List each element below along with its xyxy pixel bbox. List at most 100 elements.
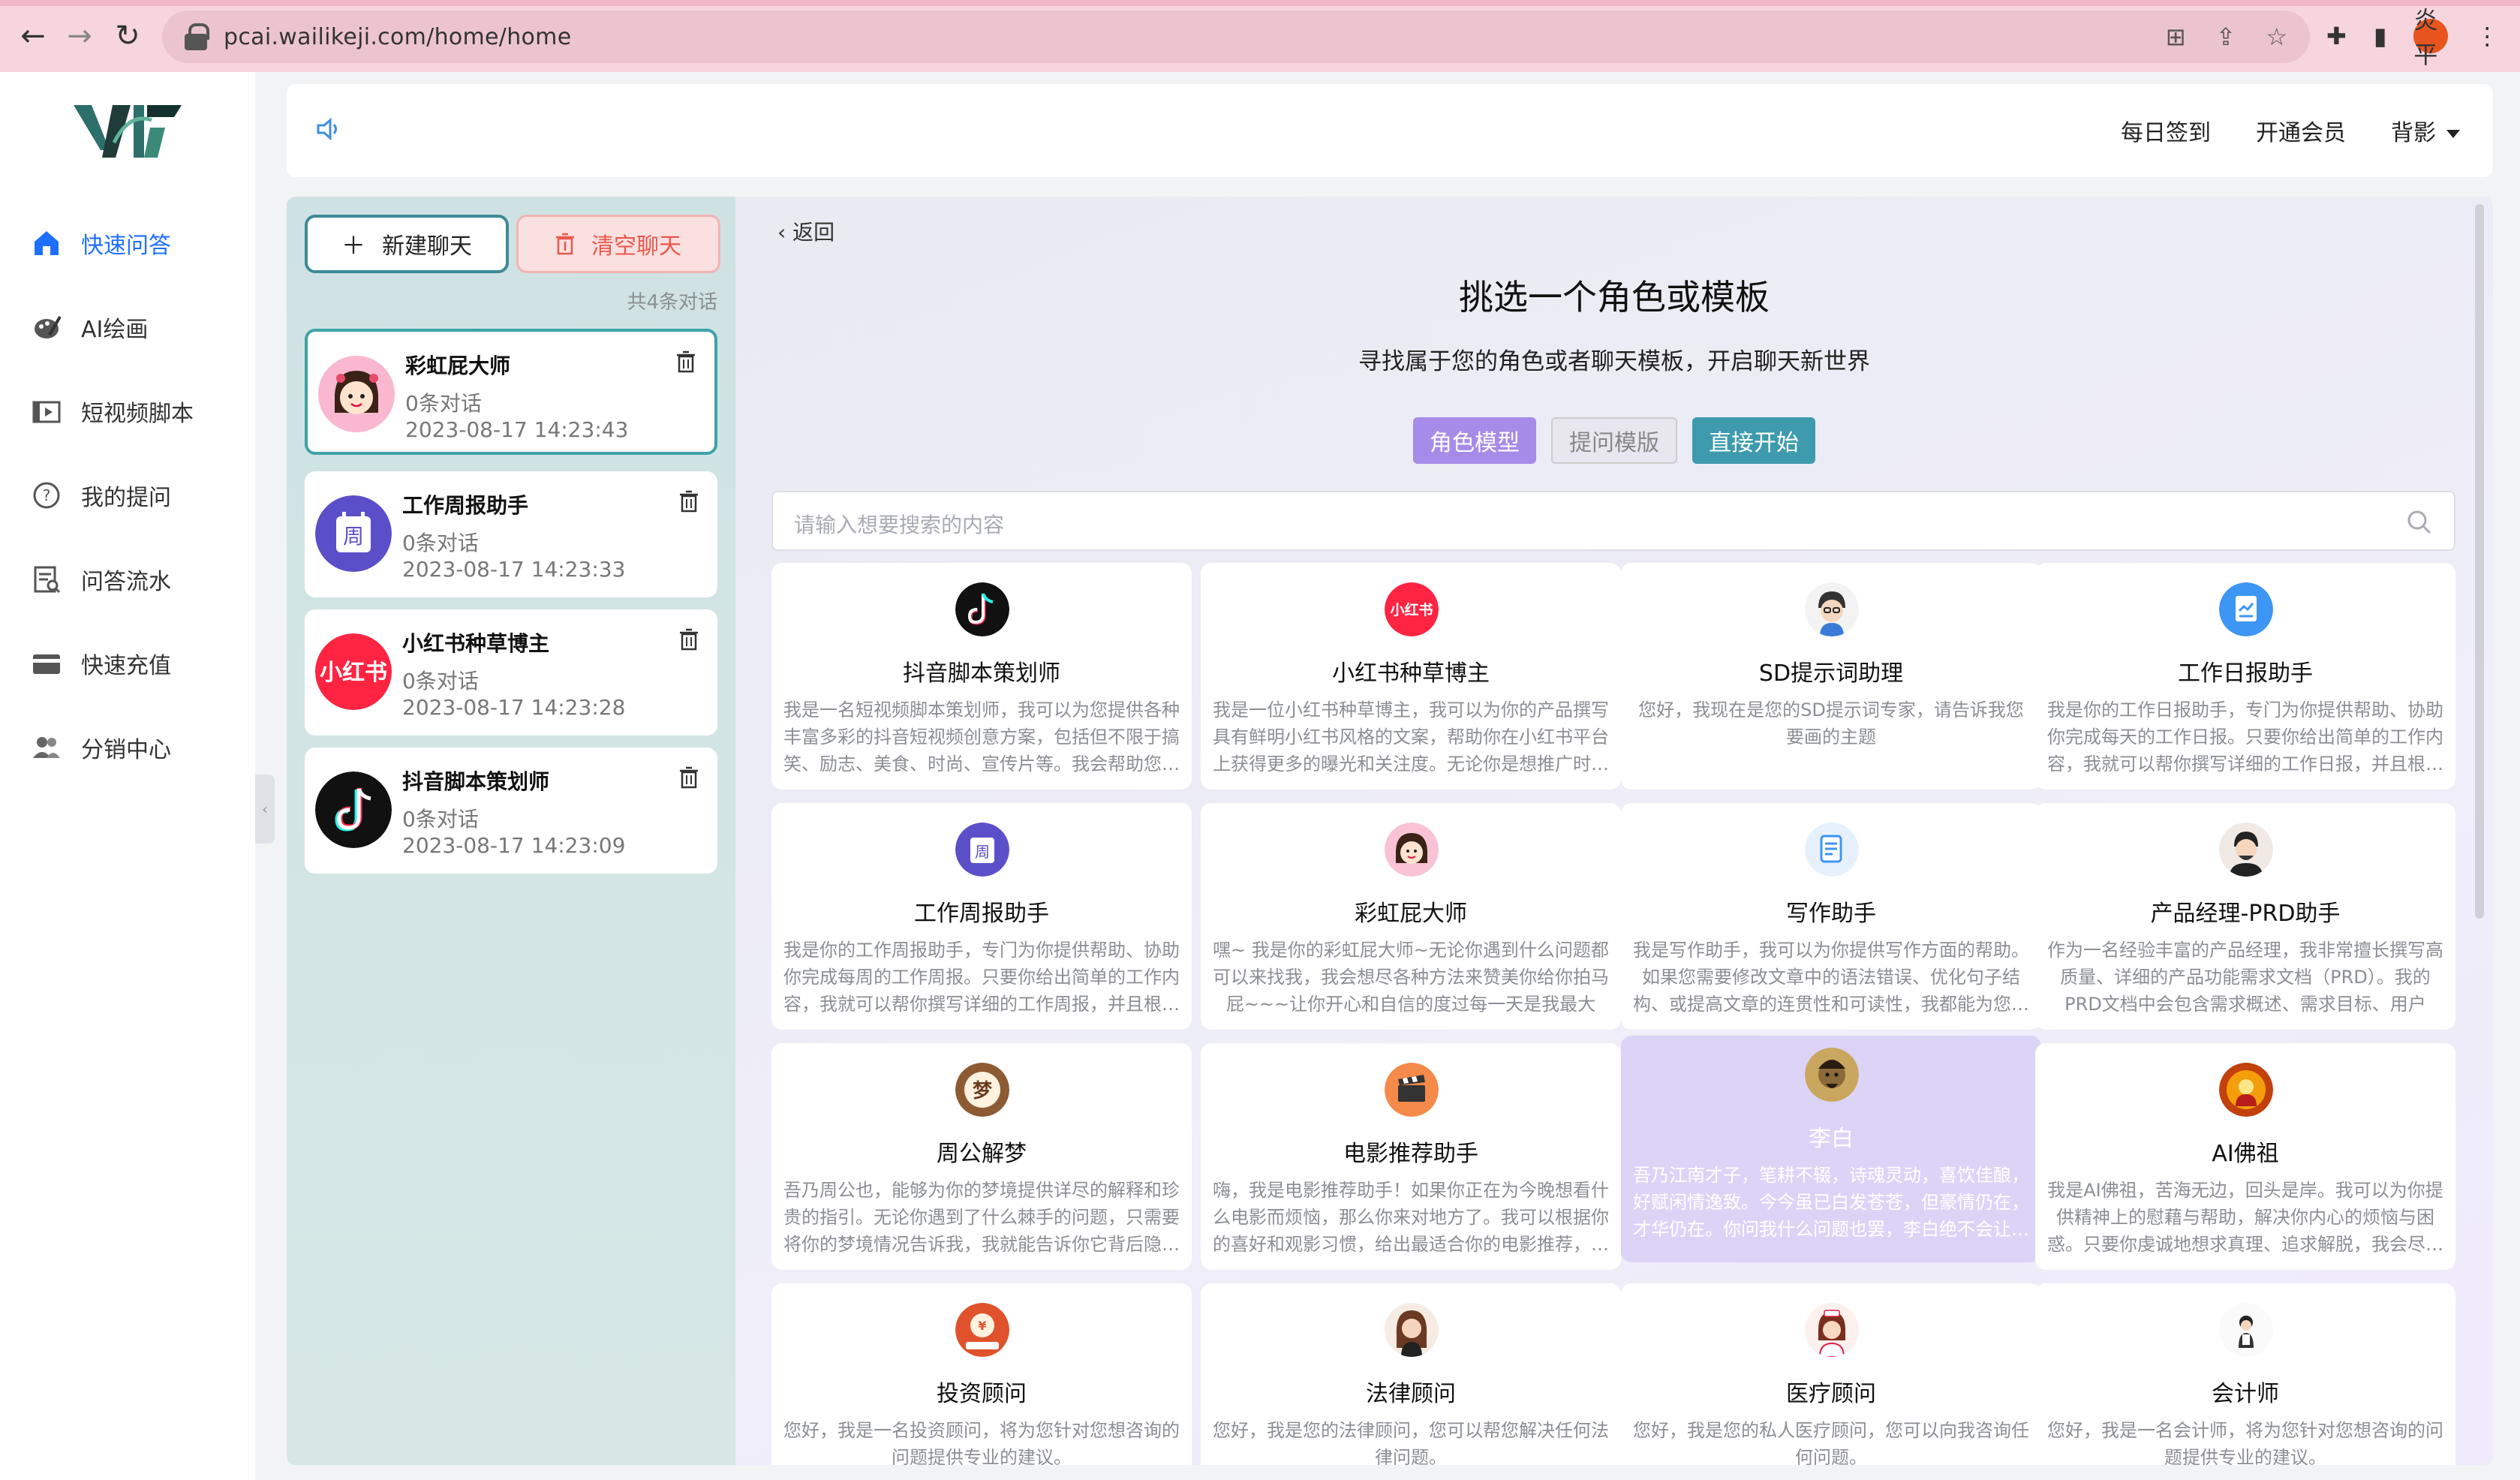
- template-card[interactable]: AI佛祖 我是AI佛祖，苦海无边，回头是岸。我可以为你提供精神上的慰藉与帮助，解…: [2035, 1043, 2455, 1270]
- menu-kebab-icon[interactable]: ⋮: [2475, 22, 2499, 50]
- conversation-title: 工作周报助手: [402, 493, 529, 518]
- conversation-title: 彩虹屁大师: [405, 353, 511, 378]
- top-header: 每日签到 开通会员 背影: [287, 84, 2493, 177]
- page-subtitle: 寻找属于您的角色或者聊天模板，开启聊天新世界: [1358, 348, 1870, 375]
- delete-icon[interactable]: [678, 766, 699, 790]
- conversation-item[interactable]: 小红书 小红书种草博主 0条对话 2023-08-17 14:23:28: [305, 609, 717, 735]
- delete-icon[interactable]: [675, 350, 696, 374]
- sidebar-item-quick-qa[interactable]: 快速问答: [0, 201, 255, 285]
- sidebar-item-recharge[interactable]: 快速充值: [0, 621, 255, 705]
- template-card[interactable]: 周 工作周报助手 我是你的工作周报助手，专门为你提供帮助、协助你完成每周的工作周…: [771, 803, 1192, 1030]
- xiaohongshu-icon: 小红书: [1385, 582, 1439, 636]
- search-icon[interactable]: [2406, 509, 2433, 536]
- card-description: 您好，我是一名投资顾问，将为您针对您想咨询的问题提供专业的建议。: [783, 1420, 1180, 1465]
- svg-text:梦: 梦: [973, 1080, 993, 1102]
- weekly-report-avatar: 周: [315, 495, 392, 572]
- caret-down-icon: [2446, 130, 2460, 138]
- card-description: 我是写作助手，我可以为你提供写作方面的帮助。如果您需要修改文章中的语法错误、优化…: [1633, 940, 2029, 1015]
- card-description: 我是AI佛祖，苦海无边，回头是岸。我可以为你提供精神上的慰藉与帮助，解决你内心的…: [2047, 1180, 2443, 1255]
- svg-text:?: ?: [43, 486, 51, 504]
- card-title: 写作助手: [1786, 901, 1876, 927]
- template-card[interactable]: 会计师 您好，我是一名会计师，将为您针对您想咨询的问题提供专业的建议。: [2035, 1283, 2455, 1465]
- card-description: 我是一名短视频脚本策划师，我可以为您提供各种丰富多彩的抖音短视频创意方案，包括但…: [783, 699, 1180, 775]
- card-description: 您好，我是您的法律顾问，您可以帮您解决任何法律问题。: [1213, 1420, 1609, 1465]
- translate-icon[interactable]: ⊞: [2166, 23, 2186, 51]
- trash-icon: [556, 233, 574, 255]
- template-card[interactable]: SD提示词助理 您好，我现在是您的SD提示词专家，请告诉我您要画的主题: [1621, 563, 2041, 790]
- doctor-icon: [1805, 1303, 1859, 1357]
- bookmark-star-icon[interactable]: ☆: [2266, 23, 2287, 51]
- sidebar-item-my-questions[interactable]: ? 我的提问: [0, 453, 255, 537]
- sidebar-item-ai-paint[interactable]: AI绘画: [0, 285, 255, 369]
- video-script-icon: [30, 395, 63, 428]
- delete-icon[interactable]: [678, 627, 699, 651]
- delete-icon[interactable]: [678, 489, 699, 513]
- reload-icon[interactable]: ↻: [111, 19, 144, 53]
- sidebar-item-distribution[interactable]: 分销中心: [0, 705, 255, 790]
- svg-text:小红书: 小红书: [320, 660, 387, 686]
- template-card[interactable]: 产品经理-PRD助手 作为一名经验丰富的产品经理，我非常擅长撰写高质量、详细的产…: [2035, 803, 2455, 1030]
- card-title: 抖音脚本策划师: [903, 660, 1060, 687]
- card-description: 吾乃周公也，能够为你的梦境提供详尽的解释和珍贵的指引。无论你遇到了什么棘手的问题…: [783, 1180, 1180, 1255]
- profile-avatar[interactable]: 炎平: [2413, 6, 2449, 69]
- card-title: 投资顾问: [937, 1381, 1027, 1407]
- sidebar-item-label: 分销中心: [81, 737, 171, 763]
- share-icon[interactable]: ⇪: [2216, 23, 2236, 51]
- background-dropdown[interactable]: 背影: [2391, 114, 2460, 147]
- template-card[interactable]: 梦 周公解梦 吾乃周公也，能够为你的梦境提供详尽的解释和珍贵的指引。无论你遇到了…: [771, 1043, 1192, 1270]
- sidebar-item-video-script[interactable]: 短视频脚本: [0, 369, 255, 453]
- vip-link[interactable]: 开通会员: [2256, 114, 2346, 147]
- template-card[interactable]: 李白 吾乃江南才子，笔耕不辍，诗魂灵动，喜饮佳酿，好赋闲情逸致。今今虽已白发苍苍…: [1621, 1036, 2041, 1262]
- template-card[interactable]: 电影推荐助手 嗨，我是电影推荐助手！如果你正在为今晚想看什么电影而烦恼，那么你来…: [1201, 1043, 1621, 1270]
- template-card[interactable]: 法律顾问 您好，我是您的法律顾问，您可以帮您解决任何法律问题。: [1201, 1283, 1621, 1465]
- conversation-title: 小红书种草博主: [402, 631, 550, 656]
- douyin-icon: [955, 582, 1009, 636]
- template-card[interactable]: 医疗顾问 您好，我是您的私人医疗顾问，您可以向我咨询任何问题。: [1621, 1283, 2041, 1465]
- clear-chat-button[interactable]: 清空聊天: [516, 215, 720, 273]
- search-input[interactable]: 请输入想要搜索的内容: [771, 491, 2455, 551]
- card-description: 作为一名经验丰富的产品经理，我非常擅长撰写高质量、详细的产品功能需求文档（PRD…: [2047, 940, 2443, 1015]
- card-title: 工作周报助手: [914, 901, 1049, 927]
- back-arrow-icon[interactable]: ←: [17, 19, 50, 53]
- tab-direct-start[interactable]: 直接开始: [1692, 417, 1815, 464]
- conversation-item[interactable]: 周 工作周报助手 0条对话 2023-08-17 14:23:33: [305, 471, 717, 597]
- mode-tabs: 角色模型 提问模版 直接开始: [735, 417, 2493, 464]
- sidepanel-icon[interactable]: ▮: [2374, 22, 2387, 50]
- sidebar-item-label: 快速问答: [81, 233, 171, 259]
- back-link[interactable]: ‹ 返回: [777, 216, 834, 246]
- address-bar[interactable]: pcai.wailikeji.com/home/home ⊞ ⇪ ☆: [162, 11, 2310, 63]
- tab-question-template[interactable]: 提问模版: [1551, 417, 1677, 464]
- template-card[interactable]: 彩虹屁大师 嘿~ 我是你的彩虹屁大师~无论你遇到什么问题都可以来找我，我会想尽各…: [1201, 803, 1621, 1030]
- template-card[interactable]: 工作日报助手 我是你的工作日报助手，专门为你提供帮助、协助你完成每天的工作日报。…: [2035, 563, 2455, 790]
- sidebar-item-qa-records[interactable]: 问答流水: [0, 537, 255, 621]
- card-description: 我是你的工作日报助手，专门为你提供帮助、协助你完成每天的工作日报。只要你给出简单…: [2047, 699, 2443, 775]
- card-title: AI佛祖: [2212, 1141, 2279, 1167]
- back-label: 返回: [792, 220, 835, 245]
- speaker-icon[interactable]: [314, 114, 344, 144]
- card-title: 产品经理-PRD助手: [2150, 901, 2341, 927]
- template-card[interactable]: 写作助手 我是写作助手，我可以为你提供写作方面的帮助。如果您需要修改文章中的语法…: [1621, 803, 2041, 1030]
- tab-role-model[interactable]: 角色模型: [1413, 417, 1536, 464]
- xiaohongshu-avatar: 小红书: [315, 633, 392, 710]
- template-card[interactable]: ¥ 投资顾问 您好，我是一名投资顾问，将为您针对您想咨询的问题提供专业的建议。: [771, 1283, 1192, 1465]
- template-card[interactable]: 小红书 小红书种草博主 我是一位小红书种草博主，我可以为你的产品撰写具有鲜明小红…: [1201, 563, 1621, 790]
- dream-icon: 梦: [955, 1063, 1009, 1117]
- url-text[interactable]: pcai.wailikeji.com/home/home: [224, 24, 571, 50]
- sidebar-collapse-handle[interactable]: ‹: [255, 775, 275, 844]
- extensions-puzzle-icon[interactable]: ✚: [2326, 22, 2347, 50]
- conversation-item[interactable]: 抖音脚本策划师 0条对话 2023-08-17 14:23:09: [305, 748, 717, 874]
- conversation-item[interactable]: 彩虹屁大师 0条对话 2023-08-17 14:23:43: [305, 329, 717, 455]
- forward-arrow-icon[interactable]: →: [63, 19, 96, 53]
- daily-signin-link[interactable]: 每日签到: [2121, 114, 2211, 147]
- template-card[interactable]: 抖音脚本策划师 我是一名短视频脚本策划师，我可以为您提供各种丰富多彩的抖音短视频…: [771, 563, 1192, 790]
- scrollbar[interactable]: [2475, 204, 2484, 919]
- daily-report-icon: [2219, 582, 2273, 636]
- new-chat-button[interactable]: ＋ 新建聊天: [305, 215, 509, 273]
- card-description: 嘿~ 我是你的彩虹屁大师~无论你遇到什么问题都可以来找我，我会想尽各种方法来赞美…: [1213, 940, 1609, 1015]
- accountant-icon: [2219, 1303, 2273, 1357]
- sidebar-item-label: 短视频脚本: [81, 401, 194, 427]
- app-logo: [74, 105, 182, 158]
- plus-icon: ＋: [341, 231, 365, 260]
- home-icon: [30, 227, 63, 260]
- users-icon: [30, 731, 63, 764]
